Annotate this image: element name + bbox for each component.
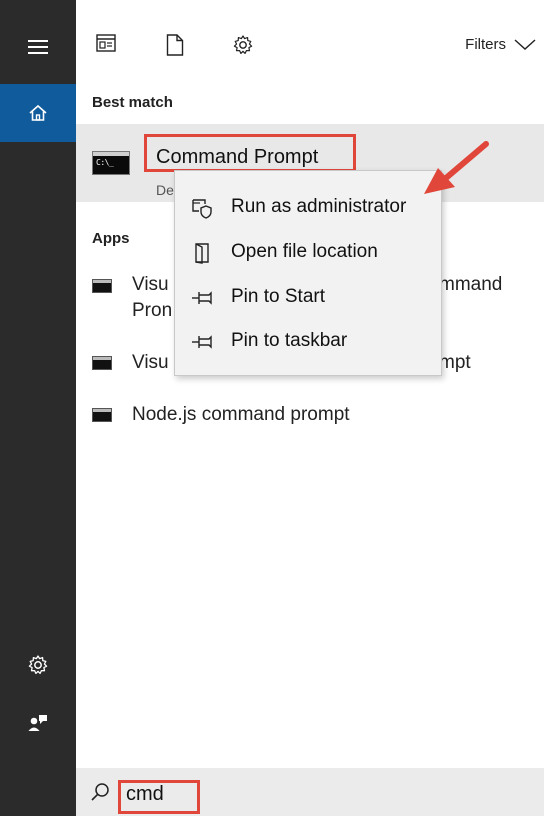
annotation-arrow	[424, 141, 489, 194]
